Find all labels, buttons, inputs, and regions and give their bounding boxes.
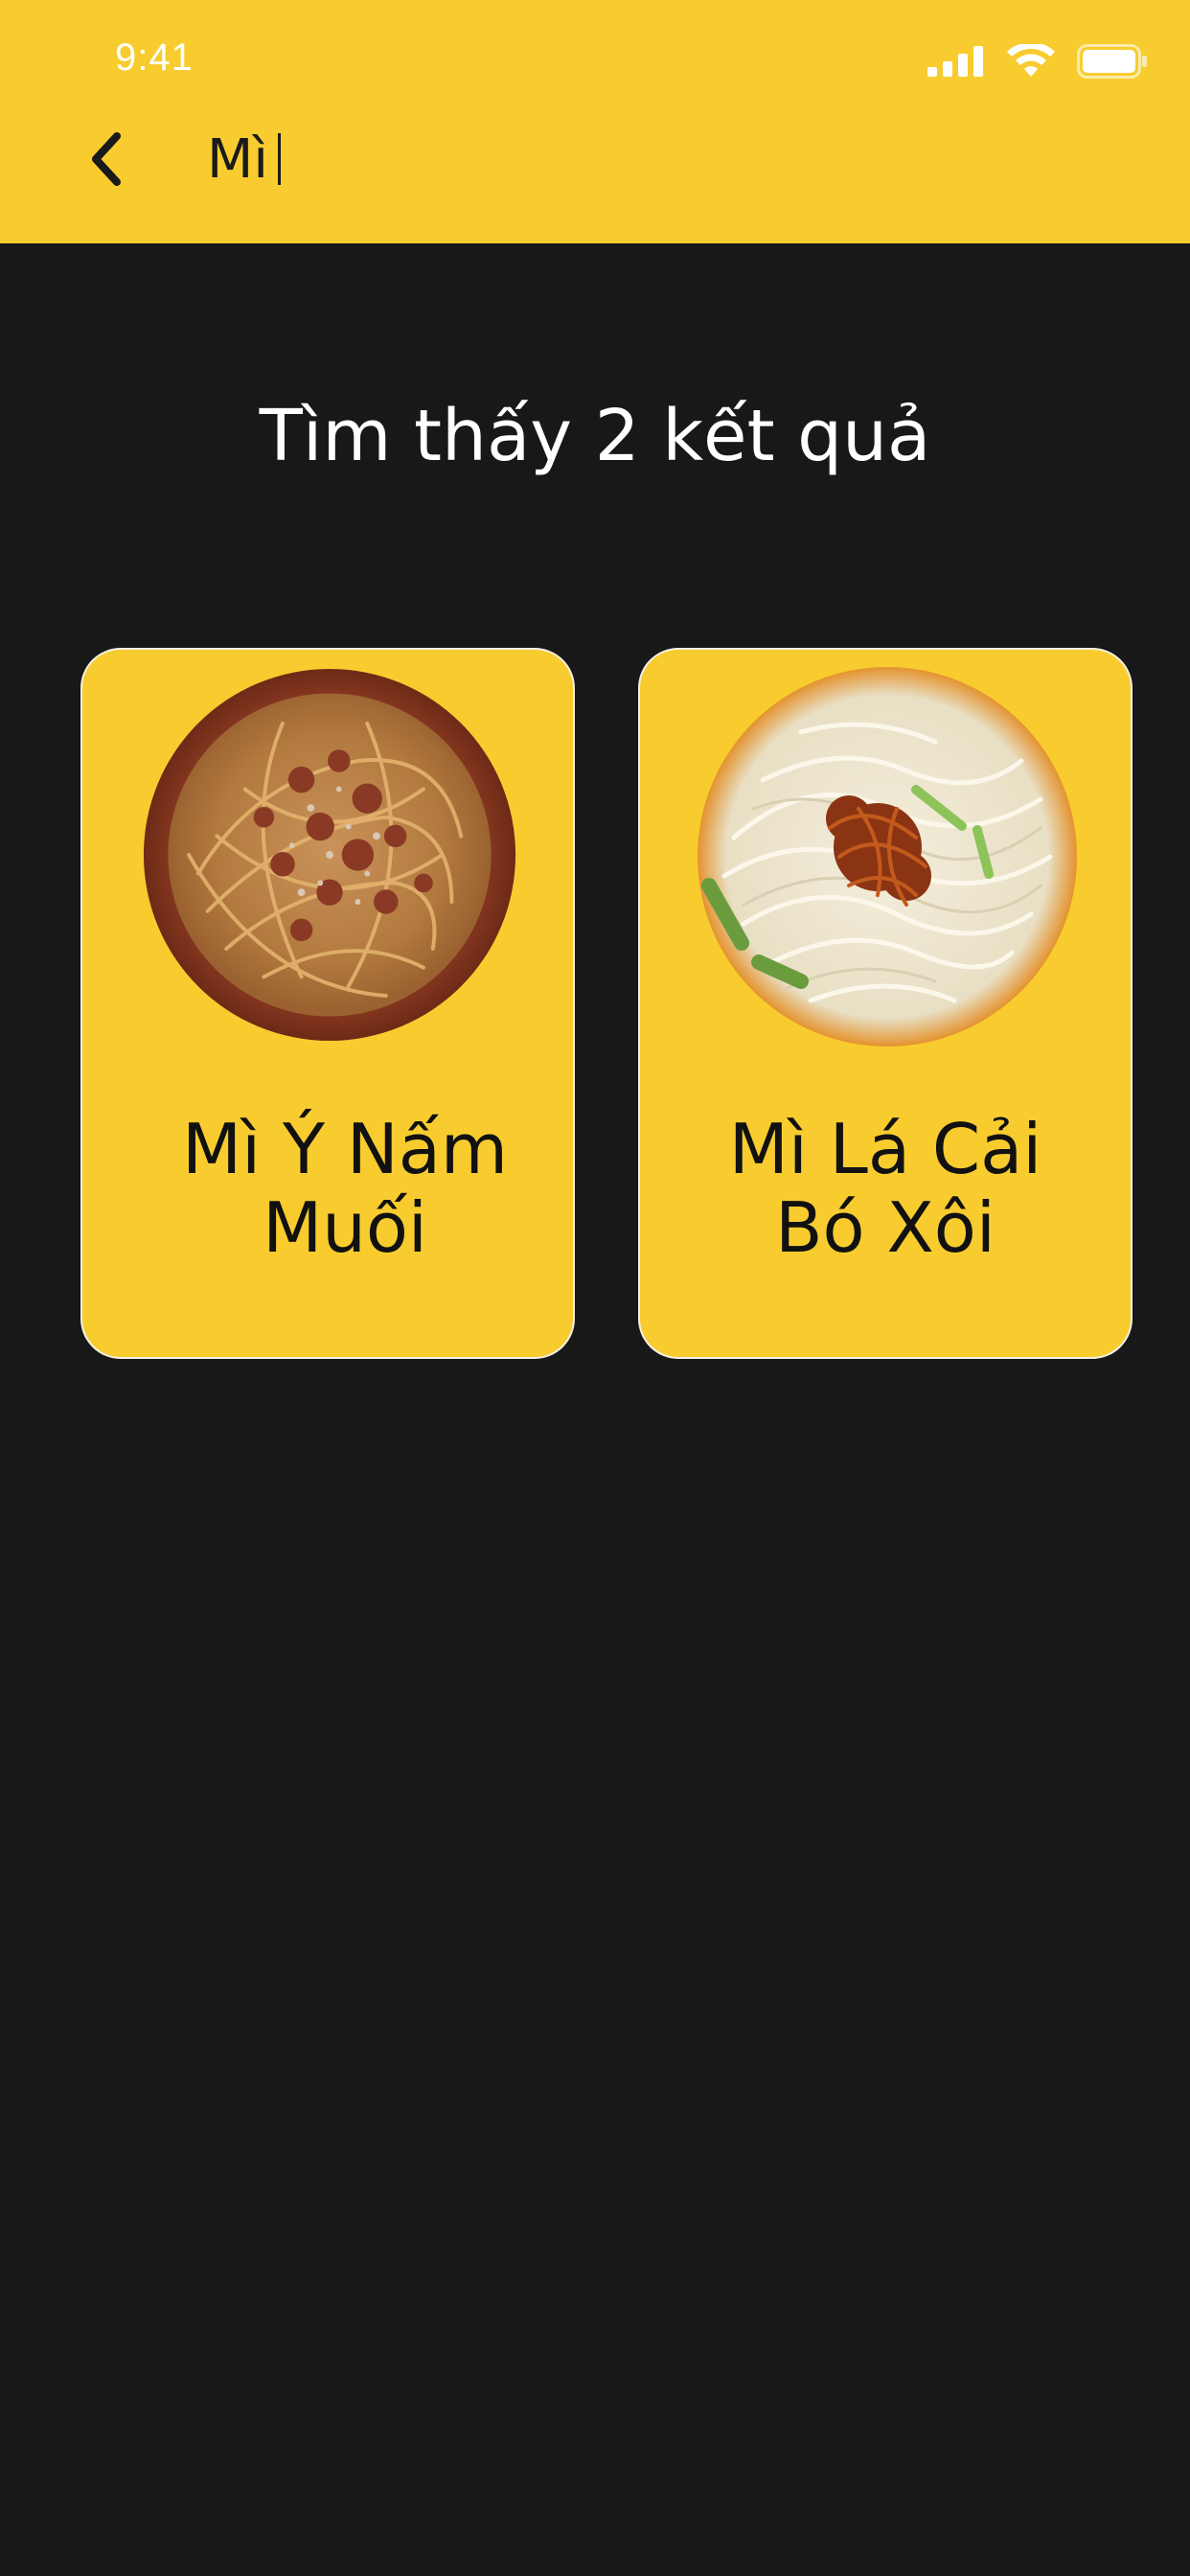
search-results-screen: 9:41 Mì Tìm thấy 2 kết quả Mì Ý Nấm Muối… xyxy=(0,0,1190,2576)
wifi-icon xyxy=(1007,44,1055,77)
header-bar: 9:41 Mì xyxy=(0,0,1190,243)
status-time: 9:41 xyxy=(115,36,194,79)
back-button[interactable] xyxy=(77,123,134,196)
cellular-signal-icon xyxy=(927,46,983,77)
dish-card[interactable]: Mì Lá Cải Bó Xôi xyxy=(638,648,1133,1359)
status-icons xyxy=(927,44,1148,79)
search-input-value: Mì xyxy=(207,127,268,191)
text-caret xyxy=(277,133,281,185)
dish-name: Mì Ý Nấm Muối xyxy=(182,1109,508,1268)
results-count-title: Tìm thấy 2 kết quả xyxy=(259,395,931,477)
spaghetti-bowl-photo xyxy=(143,668,516,1042)
dish-card[interactable]: Mì Ý Nấm Muối xyxy=(80,648,575,1359)
dish-name: Mì Lá Cải Bó Xôi xyxy=(728,1109,1042,1268)
noodle-soup-bowl-photo xyxy=(698,667,1077,1046)
battery-icon xyxy=(1077,44,1147,79)
chevron-left-icon xyxy=(92,132,121,186)
search-input[interactable]: Mì xyxy=(207,115,1069,203)
